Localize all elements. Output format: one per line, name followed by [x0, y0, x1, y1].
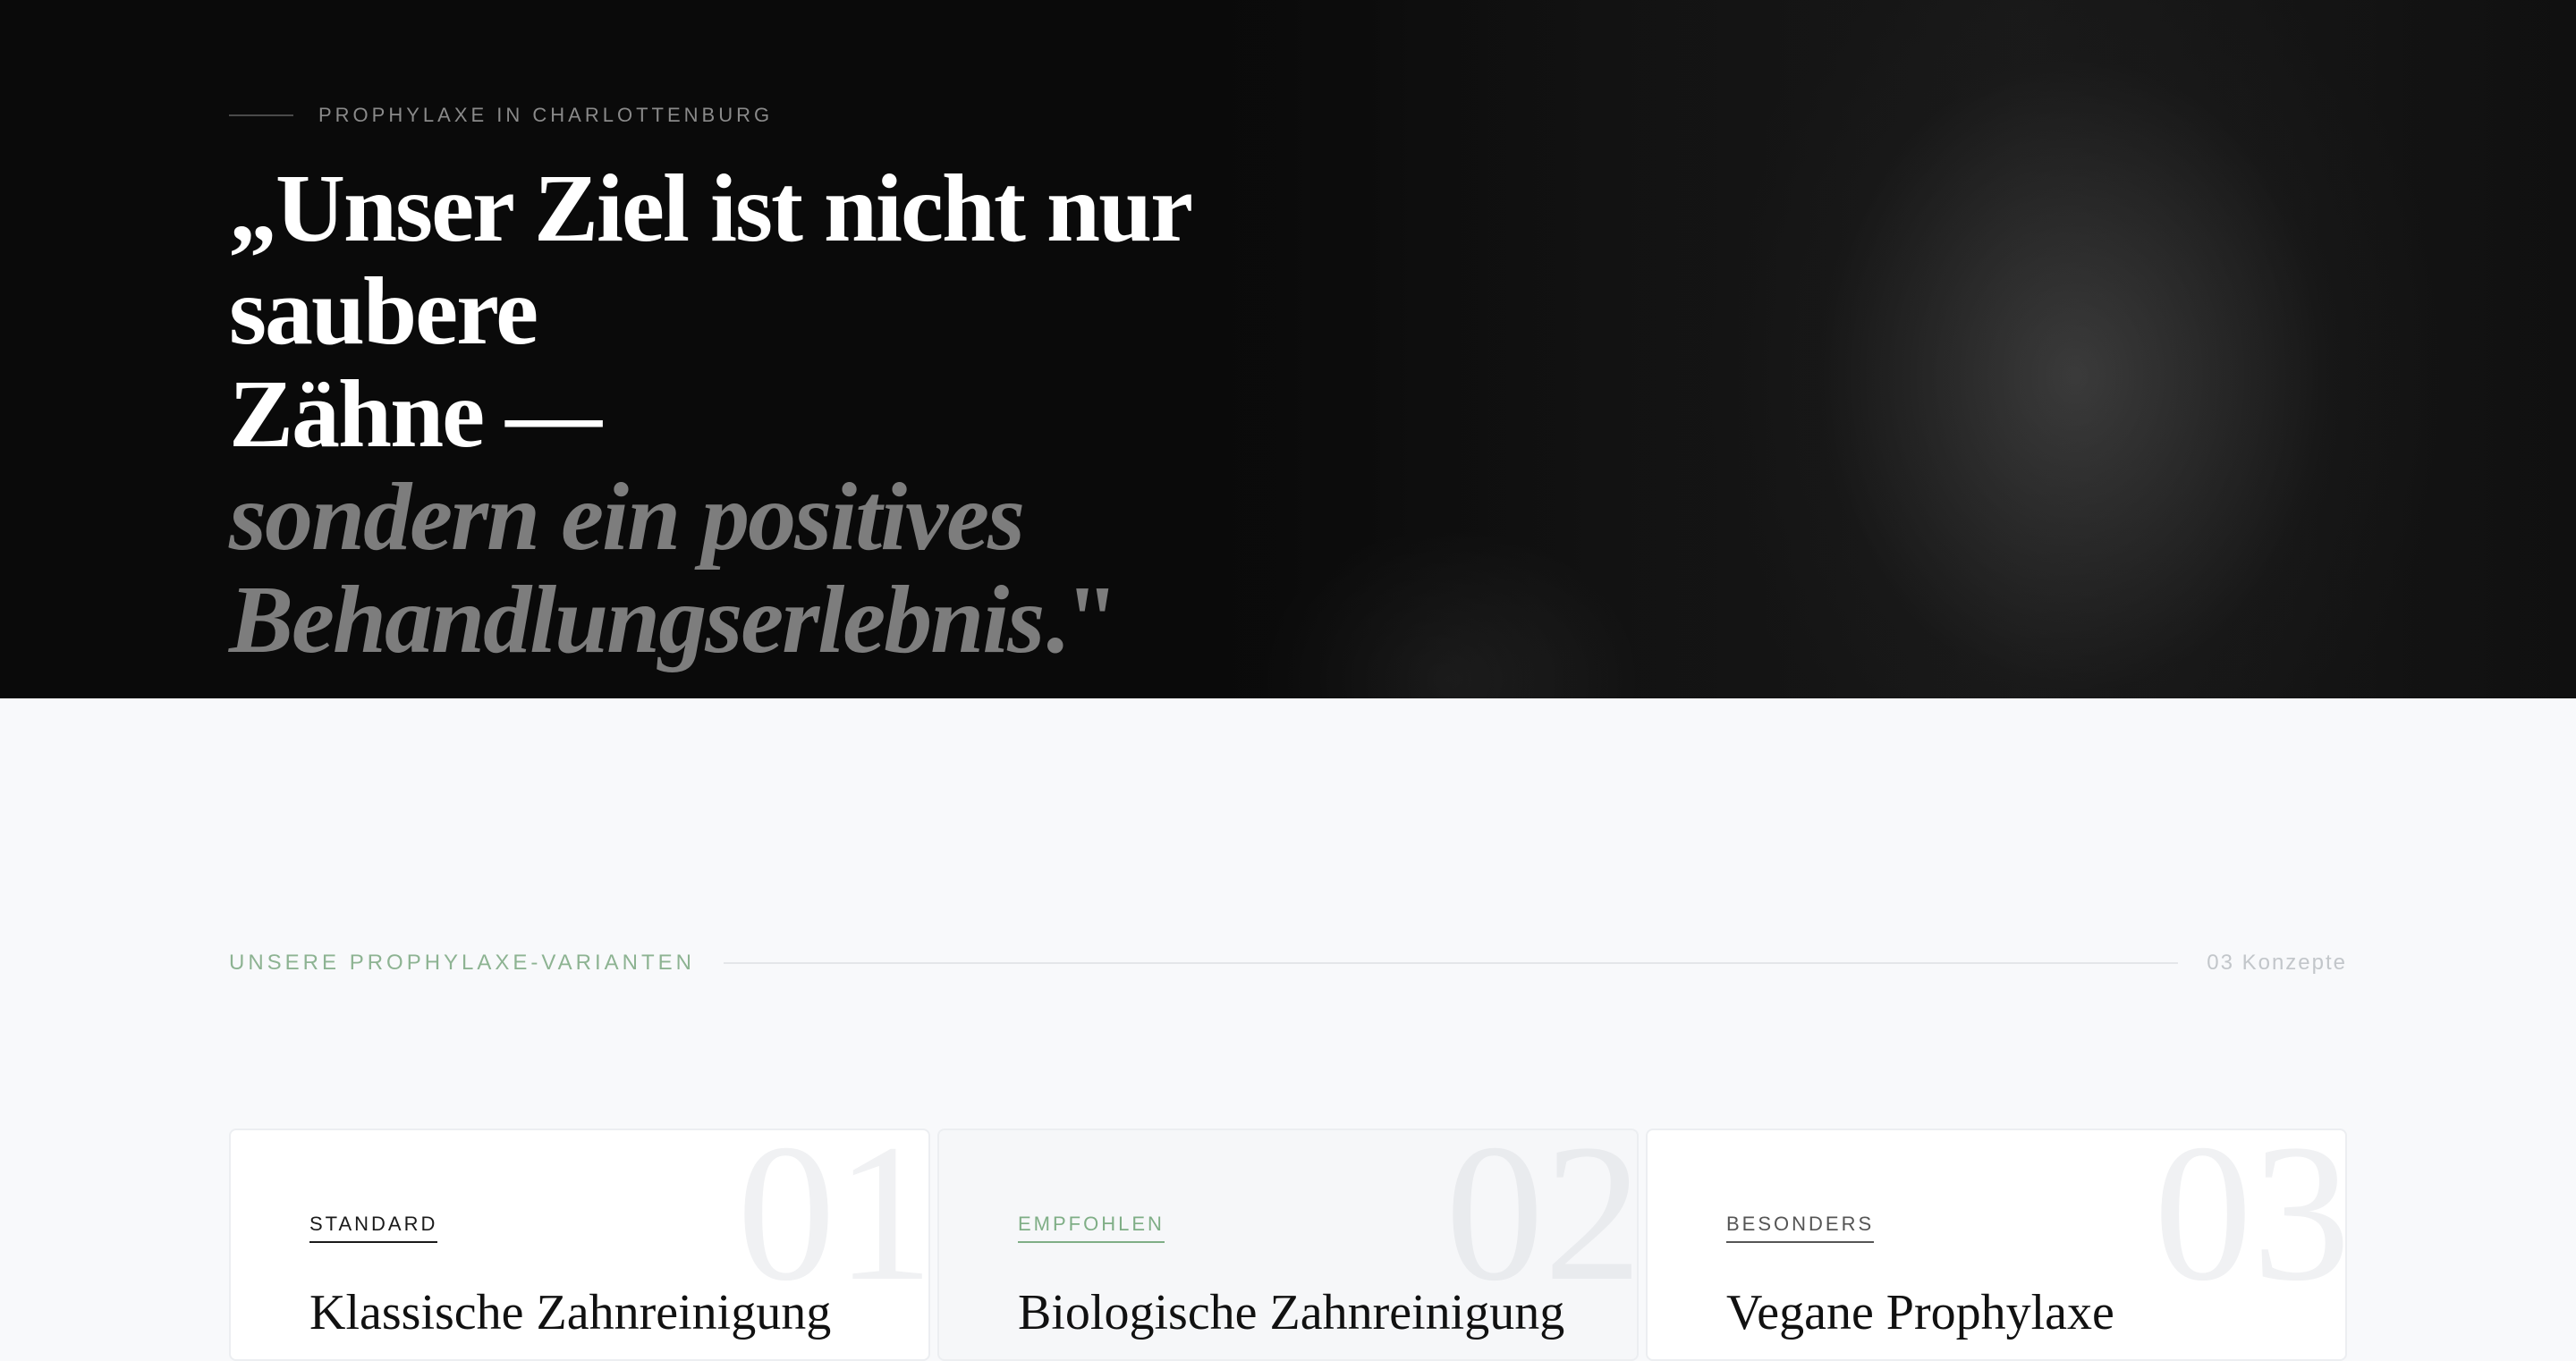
variant-card-special[interactable]: 03 BESONDERS Vegane Prophylaxe: [1646, 1129, 2347, 1361]
quote-line-3: sondern ein positives: [229, 464, 1025, 571]
quote-line-4: Behandlungserlebnis.": [229, 569, 1481, 672]
quote-line-1: „Unser Ziel ist nicht nur saubere: [229, 156, 1191, 365]
variants-title: UNSERE PROPHYLAXE-VARIANTEN: [229, 951, 695, 975]
hero-quote: „Unser Ziel ist nicht nur saubere Zähne …: [229, 157, 1481, 672]
card-number: 03: [2154, 1129, 2347, 1322]
card-title: Klassische Zahnreinigung: [309, 1285, 832, 1340]
hero-section: PROPHYLAXE IN CHARLOTTENBURG „Unser Ziel…: [0, 0, 2576, 698]
variants-header: UNSERE PROPHYLAXE-VARIANTEN 03 Konzepte: [229, 950, 2347, 976]
card-title: Biologische Zahnreinigung: [1018, 1285, 1565, 1340]
card-number: 01: [737, 1129, 930, 1322]
hero-eyebrow: PROPHYLAXE IN CHARLOTTENBURG: [229, 104, 773, 127]
card-number: 02: [1445, 1129, 1639, 1322]
card-title: Vegane Prophylaxe: [1726, 1285, 2114, 1340]
eyebrow-label: PROPHYLAXE IN CHARLOTTENBURG: [318, 104, 774, 126]
card-tag: EMPFOHLEN: [1018, 1213, 1165, 1243]
variants-count: 03 Konzepte: [2207, 951, 2347, 975]
variant-card-standard[interactable]: 01 STANDARD Klassische Zahnreinigung: [229, 1129, 930, 1361]
quote-closing-mark: .": [1043, 567, 1119, 673]
eyebrow-divider: [229, 114, 293, 116]
quote-line-2: Zähne —: [229, 361, 602, 468]
card-tag: BESONDERS: [1726, 1213, 1875, 1243]
quote-line-4-text: Behandlungserlebnis: [229, 567, 1045, 673]
card-tag: STANDARD: [309, 1213, 438, 1243]
variants-divider: [723, 962, 2179, 964]
variant-cards: 01 STANDARD Klassische Zahnreinigung 02 …: [229, 1129, 2347, 1361]
variant-card-recommended[interactable]: 02 EMPFOHLEN Biologische Zahnreinigung: [937, 1129, 1639, 1361]
